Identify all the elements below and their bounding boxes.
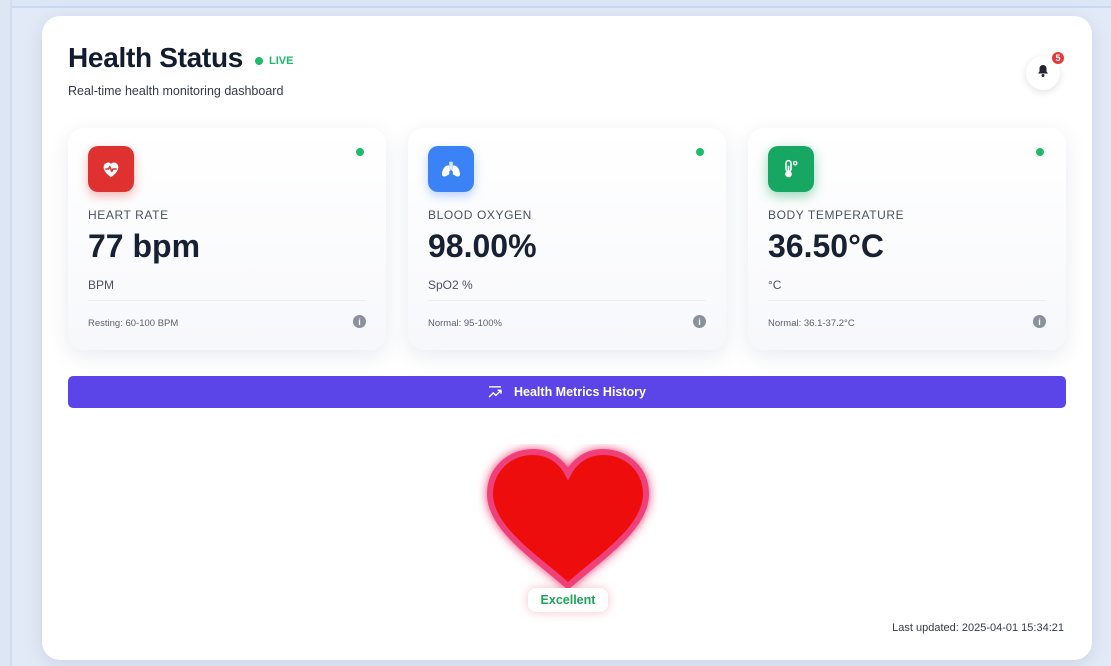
window-top-border	[0, 0, 1111, 8]
page-subtitle: Real-time health monitoring dashboard	[68, 84, 284, 98]
metric-unit: °C	[768, 278, 782, 292]
chart-trend-icon	[488, 386, 502, 398]
metric-value: 77 bpm	[88, 228, 201, 264]
divider	[428, 300, 706, 301]
metric-range: Resting: 60-100 BPM	[88, 318, 179, 329]
metrics-row: HEART RATE 77 bpm BPM Resting: 60-100 BP…	[68, 128, 1066, 350]
window-left-border	[0, 0, 12, 666]
notifications-button[interactable]: 5	[1026, 50, 1066, 90]
notification-count-badge: 5	[1050, 50, 1066, 66]
dashboard-header: Health Status LIVE Real-time health moni…	[68, 42, 293, 98]
metric-value: 98.00%	[428, 228, 537, 264]
history-button-label: Health Metrics History	[514, 385, 646, 399]
metric-range: Normal: 95-100%	[428, 318, 502, 329]
title-row: Health Status LIVE	[68, 42, 293, 74]
live-label: LIVE	[269, 55, 294, 67]
metric-unit: BPM	[88, 278, 115, 292]
bell-icon	[1037, 64, 1049, 82]
dashboard-card: Health Status LIVE Real-time health moni…	[42, 16, 1092, 660]
status-dot-icon	[1036, 148, 1044, 156]
heart-status-icon	[478, 444, 658, 594]
metric-value: 36.50°C	[768, 228, 884, 264]
heart-rate-card[interactable]: HEART RATE 77 bpm BPM Resting: 60-100 BP…	[68, 128, 386, 350]
divider	[768, 300, 1046, 301]
metric-unit: SpO2 %	[428, 278, 473, 292]
health-metrics-history-button[interactable]: Health Metrics History	[68, 376, 1066, 408]
body-temperature-card[interactable]: BODY TEMPERATURE 36.50°C °C Normal: 36.1…	[748, 128, 1066, 350]
metric-label: HEART RATE	[88, 208, 169, 222]
last-updated-timestamp: Last updated: 2025-04-01 15:34:21	[892, 622, 1064, 634]
thermometer-icon	[768, 146, 814, 192]
metric-label: BLOOD OXYGEN	[428, 208, 532, 222]
info-icon[interactable]: i	[1033, 315, 1046, 328]
page-title: Health Status	[68, 42, 244, 73]
status-dot-icon	[356, 148, 364, 156]
info-icon[interactable]: i	[353, 315, 366, 328]
status-dot-icon	[696, 148, 704, 156]
live-indicator: LIVE	[255, 55, 293, 67]
health-status-badge: Excellent	[528, 588, 608, 612]
live-dot-icon	[255, 57, 264, 65]
metric-label: BODY TEMPERATURE	[768, 208, 905, 222]
info-icon[interactable]: i	[693, 315, 706, 328]
divider	[88, 300, 366, 301]
lungs-icon	[428, 146, 474, 192]
metric-range: Normal: 36.1-37.2°C	[768, 318, 855, 329]
heart-pulse-icon	[88, 146, 134, 192]
blood-oxygen-card[interactable]: BLOOD OXYGEN 98.00% SpO2 % Normal: 95-10…	[408, 128, 726, 350]
